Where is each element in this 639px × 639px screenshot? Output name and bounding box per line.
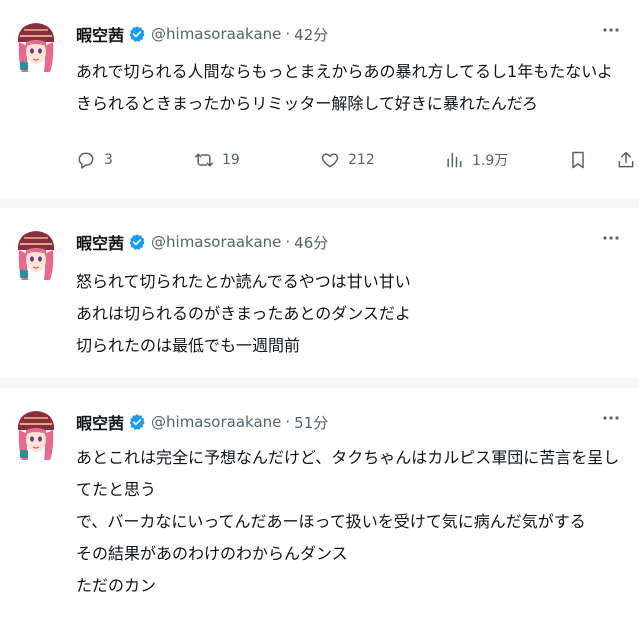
separator-dot: ·: [285, 413, 291, 431]
tweet-header: 暇空茜 @himasoraakane · 46分: [76, 230, 328, 254]
reply-count: 3: [104, 152, 113, 168]
tweet-header: 暇空茜 @himasoraakane · 51分: [76, 410, 328, 434]
tweet-text: 怒られて切られたとか読んでるやつは甘い甘い あれは切られるのがきまったあとのダン…: [76, 266, 411, 362]
share-button[interactable]: [616, 150, 639, 170]
views-count: 1.9万: [472, 153, 509, 169]
verified-badge-icon: [129, 26, 145, 42]
tweet-line: ただのカン: [76, 576, 157, 595]
tweet-header: 暇空茜 @himasoraakane · 42分: [76, 22, 328, 46]
retweet-button[interactable]: 19: [194, 150, 240, 170]
display-name[interactable]: 暇空茜: [76, 410, 124, 434]
reply-icon: [78, 152, 94, 169]
tweet-text: あれで切られる人間ならもっとまえからあの暴れ方してるし1年もたないよ きられると…: [76, 56, 613, 120]
avatar[interactable]: [14, 406, 58, 462]
tweet-line: で、バーカなにいってんだあーほって扱いを受けて気に病んだ気がする: [76, 512, 586, 531]
display-name[interactable]: 暇空茜: [76, 22, 124, 46]
tweet-line: 切られたのは最低でも一週間前: [76, 336, 301, 355]
tweet-line: あれは切られるのがきまったあとのダンスだよ: [76, 304, 411, 323]
tweet-text: あとこれは完全に予想なんだけど、タクちゃんはカルピス軍団に苦言を呈し てたと思う…: [76, 442, 619, 602]
views-button[interactable]: 1.9万: [444, 150, 508, 170]
handle[interactable]: @himasoraakane: [151, 233, 281, 251]
tweet-2[interactable]: 暇空茜 @himasoraakane · 46分 怒られて切られたとか読んでるや…: [0, 208, 639, 378]
display-name[interactable]: 暇空茜: [76, 230, 124, 254]
tweet-line: あれで切られる人間ならもっとまえからあの暴れ方してるし1年もたないよ: [76, 62, 613, 81]
timestamp[interactable]: 42分: [294, 24, 328, 45]
tweet-line: てたと思う: [76, 480, 157, 499]
retweet-count: 19: [222, 152, 240, 168]
bookmark-icon: [572, 151, 584, 169]
tweet-3[interactable]: 暇空茜 @himasoraakane · 51分 あとこれは完全に予想なんだけど…: [0, 388, 639, 639]
verified-badge-icon: [129, 414, 145, 430]
retweet-icon: [194, 153, 214, 167]
handle[interactable]: @himasoraakane: [151, 413, 281, 431]
tweet-1[interactable]: 暇空茜 @himasoraakane · 42分 あれで切られる人間ならもっとま…: [0, 0, 639, 198]
tweet-line: あとこれは完全に予想なんだけど、タクちゃんはカルピス軍団に苦言を呈し: [76, 448, 620, 467]
share-icon: [618, 151, 634, 168]
like-button[interactable]: 212: [320, 150, 375, 170]
like-icon: [321, 153, 339, 168]
like-count: 212: [348, 152, 375, 168]
tweet-separator: [0, 198, 639, 208]
tweet-line: きられるときまったからリミッター解除して好きに暴れたんだろ: [76, 94, 538, 113]
timestamp[interactable]: 46分: [294, 232, 328, 253]
more-icon[interactable]: [601, 410, 621, 426]
reply-button[interactable]: 3: [76, 150, 113, 170]
verified-badge-icon: [129, 234, 145, 250]
more-icon[interactable]: [601, 22, 621, 38]
tweet-line: その結果があのわけのわからんダンス: [76, 544, 348, 563]
tweet-line: 怒られて切られたとか読んでるやつは甘い甘い: [76, 272, 411, 291]
handle[interactable]: @himasoraakane: [151, 25, 281, 43]
separator-dot: ·: [285, 25, 291, 43]
more-icon[interactable]: [601, 230, 621, 246]
avatar[interactable]: [14, 226, 58, 282]
bookmark-button[interactable]: [568, 150, 596, 170]
tweet-separator: [0, 378, 639, 388]
timestamp[interactable]: 51分: [294, 412, 328, 433]
avatar[interactable]: [14, 18, 58, 74]
action-bar: 3 19 212 1.9万: [76, 150, 634, 178]
separator-dot: ·: [285, 233, 291, 251]
views-icon: [447, 152, 462, 168]
